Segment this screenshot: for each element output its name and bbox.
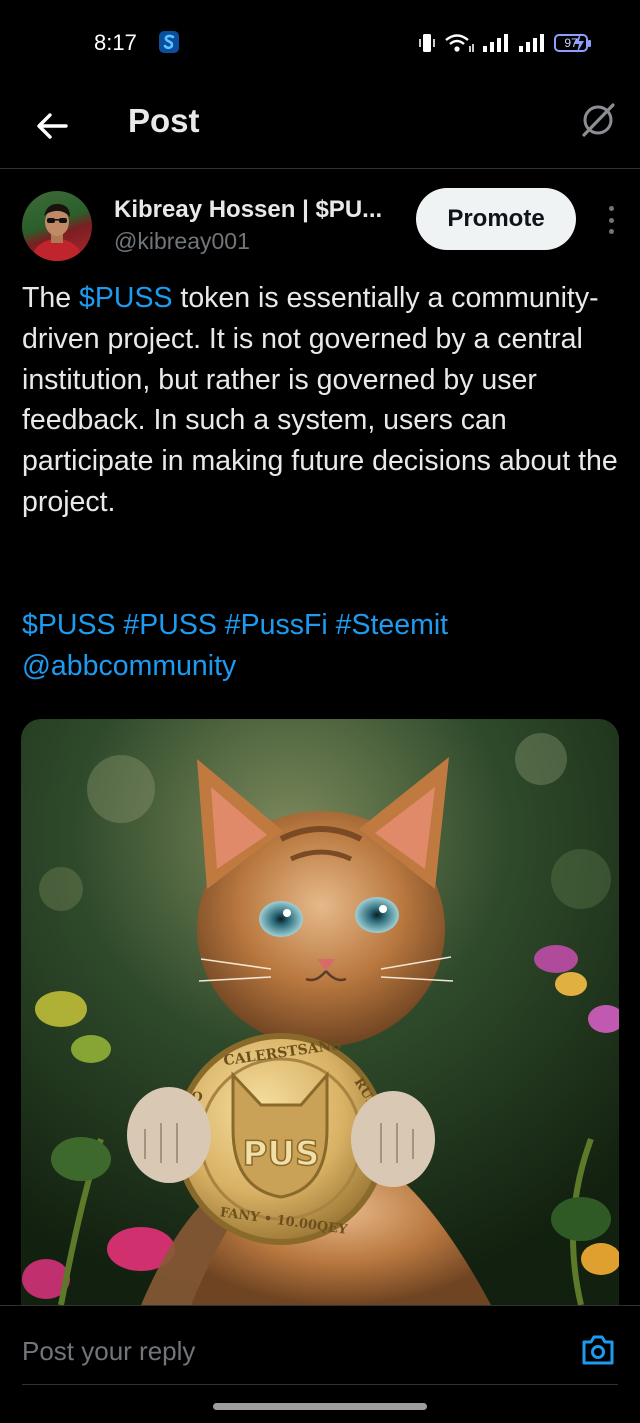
cashtag-link[interactable]: $PUSS [79, 282, 172, 314]
status-time: 8:17 [94, 30, 137, 55]
camera-icon[interactable] [580, 1332, 616, 1368]
signal-icon [483, 34, 508, 52]
author-handle[interactable]: @kibreay001 [114, 228, 250, 255]
author-name[interactable]: Kibreay Hossen | $PU... [114, 196, 382, 224]
post-text-intro: The [22, 282, 80, 314]
promote-button[interactable]: Promote [416, 188, 576, 250]
grok-button[interactable] [576, 98, 620, 142]
kitten-coin-illustration: PUS CALERSTSANS RUET O FANY • 10.00QEY [21, 719, 619, 1305]
post-tags: $PUSS #PUSS #PussFi #Steemit @abbcommuni… [22, 605, 622, 687]
post-text-body: token is essentially a community-driven … [22, 282, 618, 518]
avatar[interactable] [22, 191, 92, 261]
post-text: The $PUSS token is essentially a communi… [22, 278, 622, 523]
back-arrow-icon [37, 113, 68, 139]
more-options-icon[interactable] [604, 206, 618, 234]
s-logo-icon [159, 31, 179, 53]
page-title: Post [128, 102, 200, 139]
grok-icon [582, 103, 615, 137]
post-header: Kibreay Hossen | $PU... @kibreay001 Prom… [0, 188, 640, 268]
home-indicator[interactable] [213, 1403, 427, 1410]
status-bar: 8:17 97 [0, 0, 640, 88]
back-button[interactable] [30, 104, 74, 148]
coin-center-text: PUS [242, 1134, 319, 1174]
mention-link[interactable]: @abbcommunity [22, 646, 622, 687]
reply-divider [22, 1384, 618, 1385]
wifi-icon [445, 34, 474, 52]
avatar-image [33, 203, 81, 261]
reply-input[interactable]: Post your reply [22, 1336, 195, 1367]
signal-icon [519, 34, 544, 52]
hashtag-line[interactable]: $PUSS #PUSS #PussFi #Steemit [22, 605, 622, 646]
vibrate-icon [419, 34, 435, 52]
reply-bar: Post your reply [0, 1305, 640, 1423]
status-icons: 97 [418, 30, 591, 56]
post-image[interactable]: PUS CALERSTSANS RUET O FANY • 10.00QEY [21, 719, 619, 1305]
charging-icon [574, 33, 584, 53]
top-bar: Post [0, 88, 640, 169]
